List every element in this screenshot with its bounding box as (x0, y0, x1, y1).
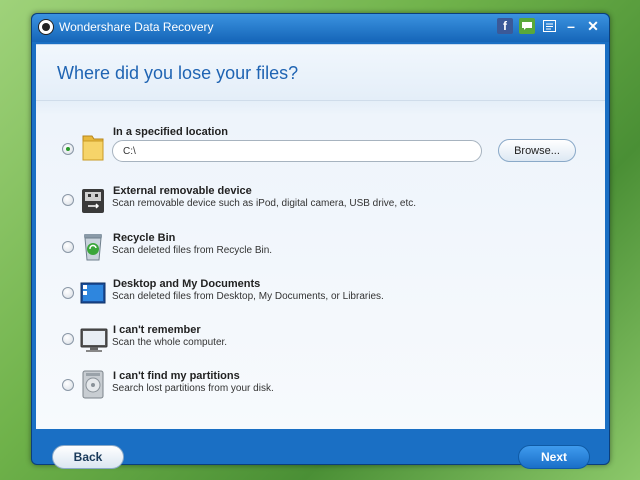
radio-recycle-bin[interactable] (62, 241, 74, 253)
option-title: External removable device (113, 185, 252, 197)
desktop-icon (80, 280, 106, 308)
window-title: Wondershare Data Recovery (59, 20, 214, 34)
usb-icon (80, 187, 106, 215)
recycle-bin-icon (80, 232, 106, 261)
folder-icon (80, 132, 106, 161)
title-bar: Wondershare Data Recovery f – ✕ (32, 14, 609, 42)
option-external-device[interactable]: External removable device Scan removable… (36, 185, 605, 225)
option-description: Scan deleted files from Recycle Bin. (112, 245, 273, 256)
next-button[interactable]: Next (518, 445, 590, 469)
minimize-icon[interactable]: – (563, 18, 579, 34)
browse-button[interactable]: Browse... (498, 139, 576, 162)
option-title: In a specified location (113, 126, 228, 138)
location-path-input[interactable]: C:\ (112, 140, 482, 162)
back-button[interactable]: Back (52, 445, 124, 469)
app-logo-icon (38, 19, 54, 35)
app-window: Wondershare Data Recovery f – ✕ Where di… (31, 13, 610, 469)
monitor-icon (80, 326, 108, 354)
option-desktop-documents[interactable]: Desktop and My Documents Scan deleted fi… (36, 278, 605, 318)
menu-icon[interactable] (541, 18, 557, 34)
option-description: Scan removable device such as iPod, digi… (112, 198, 417, 209)
option-find-partitions[interactable]: I can't find my partitions Search lost p… (36, 370, 605, 410)
facebook-icon[interactable]: f (497, 18, 513, 34)
radio-specified-location[interactable] (62, 143, 74, 155)
option-recycle-bin[interactable]: Recycle Bin Scan deleted files from Recy… (36, 232, 605, 272)
option-description: Scan the whole computer. (112, 337, 228, 348)
radio-cant-remember[interactable] (62, 333, 74, 345)
radio-find-partitions[interactable] (62, 379, 74, 391)
option-title: Recycle Bin (113, 232, 176, 244)
option-title: I can't find my partitions (113, 370, 240, 382)
close-icon[interactable]: ✕ (585, 18, 601, 34)
feedback-icon[interactable] (519, 18, 535, 34)
main-panel: Where did you lose your files? In a spec… (36, 44, 605, 469)
option-description: Search lost partitions from your disk. (112, 383, 274, 394)
radio-desktop-documents[interactable] (62, 287, 74, 299)
page-title: Where did you lose your files? (57, 63, 299, 83)
hard-disk-icon (80, 370, 106, 399)
header-divider (36, 100, 605, 101)
option-title: Desktop and My Documents (113, 278, 261, 290)
titlebar-controls: f – ✕ (497, 18, 601, 34)
option-description: Scan deleted files from Desktop, My Docu… (112, 291, 384, 302)
option-title: I can't remember (113, 324, 201, 336)
option-cant-remember[interactable]: I can't remember Scan the whole computer… (36, 324, 605, 364)
radio-external-device[interactable] (62, 194, 74, 206)
